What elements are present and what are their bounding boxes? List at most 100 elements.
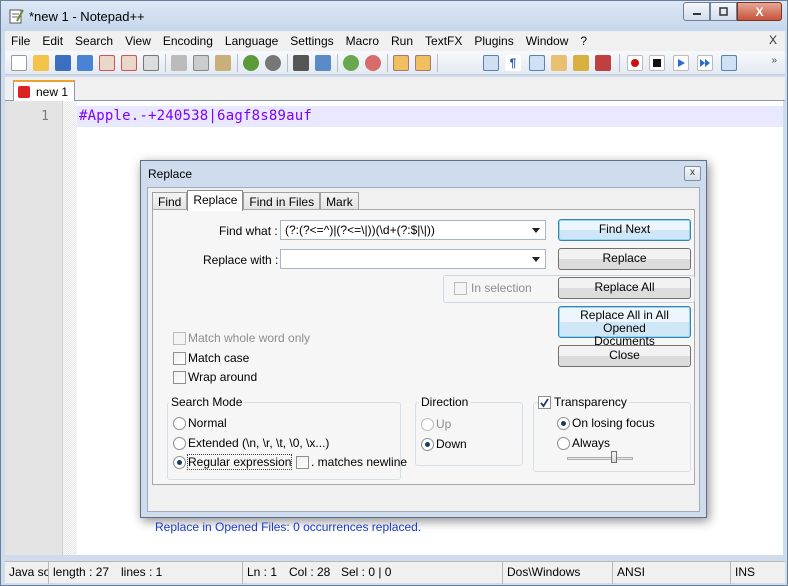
- tab-find-in-files[interactable]: Find in Files: [243, 192, 321, 210]
- print-icon[interactable]: [143, 55, 159, 71]
- transparency-slider-thumb[interactable]: [611, 451, 617, 463]
- zoom-out-icon[interactable]: [365, 55, 381, 71]
- close-button[interactable]: Close: [558, 345, 691, 367]
- menu-help[interactable]: ?: [574, 34, 593, 48]
- toolbar-overflow-icon[interactable]: »: [771, 55, 777, 66]
- match-whole-word-checkbox[interactable]: [173, 332, 186, 345]
- save-all-icon[interactable]: [77, 55, 93, 71]
- minimize-icon: [692, 12, 701, 15]
- sync-horizontal-icon[interactable]: [415, 55, 431, 71]
- replace-with-label: Replace with :: [203, 253, 279, 267]
- always-radio[interactable]: [557, 437, 570, 450]
- tab-replace[interactable]: Replace: [187, 190, 244, 211]
- show-all-chars-icon[interactable]: ¶: [505, 55, 521, 71]
- doc-map-icon[interactable]: [573, 55, 589, 71]
- dialog-title: Replace: [148, 167, 193, 181]
- down-radio[interactable]: [421, 438, 434, 451]
- transparency-checkbox[interactable]: [538, 396, 551, 409]
- close-file-icon[interactable]: [99, 55, 115, 71]
- unsaved-file-icon: [18, 86, 30, 98]
- zoom-in-icon[interactable]: [343, 55, 359, 71]
- dialog-body: Find Replace Find in Files Mark Find wha…: [147, 187, 700, 534]
- transparency-title: Transparency: [552, 395, 629, 409]
- regex-radio[interactable]: [173, 456, 186, 469]
- dialog-status-message: Replace in Opened Files: 0 occurrences r…: [155, 520, 422, 534]
- status-col: Col : 28: [289, 565, 331, 579]
- menu-view[interactable]: View: [119, 34, 157, 48]
- toolbar-separator: [387, 54, 388, 72]
- save-icon[interactable]: [55, 55, 71, 71]
- replace-all-opened-button[interactable]: Replace All in All Opened Documents: [558, 306, 691, 348]
- status-insert-mode: INS: [735, 565, 756, 579]
- play-macro-icon[interactable]: [673, 55, 689, 71]
- up-radio[interactable]: [421, 418, 434, 431]
- open-file-icon[interactable]: [33, 55, 49, 71]
- in-selection-checkbox[interactable]: [454, 282, 467, 295]
- close-window-button[interactable]: X: [737, 2, 782, 21]
- cut-icon[interactable]: [171, 55, 187, 71]
- maximize-button[interactable]: [710, 2, 737, 21]
- menu-textfx[interactable]: TextFX: [419, 34, 468, 48]
- redo-icon[interactable]: [265, 55, 281, 71]
- menu-window[interactable]: Window: [520, 34, 575, 48]
- minimize-button[interactable]: [683, 2, 710, 21]
- copy-icon[interactable]: [193, 55, 209, 71]
- menu-language[interactable]: Language: [219, 34, 284, 48]
- match-whole-word-label: Match whole word only: [188, 331, 311, 345]
- toolbar-separator: [437, 54, 438, 72]
- document-tab-label: new 1: [36, 85, 69, 99]
- word-wrap-icon[interactable]: [483, 55, 499, 71]
- replace-button[interactable]: Replace: [558, 248, 691, 270]
- matches-newline-label: . matches newline: [311, 455, 408, 469]
- on-losing-focus-radio[interactable]: [557, 417, 570, 430]
- transparency-slider-track[interactable]: [567, 457, 633, 460]
- menu-run[interactable]: Run: [385, 34, 419, 48]
- dialog-close-button[interactable]: x: [684, 166, 701, 181]
- menu-search[interactable]: Search: [69, 34, 119, 48]
- paste-icon[interactable]: [215, 55, 231, 71]
- status-eol: Dos\Windows: [503, 562, 613, 584]
- close-all-icon[interactable]: [121, 55, 137, 71]
- replace-dialog: Replace x Find Replace Find in Files Mar…: [140, 160, 707, 534]
- dialog-tabs: Find Replace Find in Files Mark: [152, 190, 359, 211]
- document-tab[interactable]: new 1: [13, 80, 75, 102]
- replace-icon[interactable]: [315, 55, 331, 71]
- normal-radio[interactable]: [173, 417, 186, 430]
- wrap-around-checkbox[interactable]: [173, 371, 186, 384]
- matches-newline-checkbox[interactable]: [296, 456, 309, 469]
- save-macro-icon[interactable]: [721, 55, 737, 71]
- code-line[interactable]: #Apple.-+240538|6agf8s89auf: [79, 108, 312, 124]
- function-list-icon[interactable]: [595, 55, 611, 71]
- down-label: Down: [436, 437, 467, 451]
- replace-all-button[interactable]: Replace All: [558, 277, 691, 299]
- find-next-button[interactable]: Find Next: [558, 219, 691, 241]
- line-number-gutter: 1: [5, 101, 63, 555]
- menu-macro[interactable]: Macro: [340, 34, 385, 48]
- match-case-checkbox[interactable]: [173, 352, 186, 365]
- tab-find[interactable]: Find: [152, 192, 188, 210]
- extended-radio[interactable]: [173, 437, 186, 450]
- stop-macro-icon[interactable]: [649, 55, 665, 71]
- user-lang-icon[interactable]: [551, 55, 567, 71]
- menu-encoding[interactable]: Encoding: [157, 34, 219, 48]
- close-document-button[interactable]: X: [769, 33, 777, 47]
- tab-mark[interactable]: Mark: [320, 192, 359, 210]
- extended-label: Extended (\n, \r, \t, \0, \x...): [188, 436, 330, 450]
- indent-guide-icon[interactable]: [529, 55, 545, 71]
- menu-plugins[interactable]: Plugins: [468, 34, 519, 48]
- sync-vertical-icon[interactable]: [393, 55, 409, 71]
- record-macro-icon[interactable]: [627, 55, 643, 71]
- toolbar-separator: [337, 54, 338, 72]
- menu-file[interactable]: File: [5, 34, 36, 48]
- wrap-around-label: Wrap around: [188, 370, 258, 384]
- menu-settings[interactable]: Settings: [284, 34, 339, 48]
- new-file-icon[interactable]: [11, 55, 27, 71]
- fold-margin[interactable]: [63, 101, 77, 555]
- run-macro-multiple-icon[interactable]: [697, 55, 713, 71]
- undo-icon[interactable]: [243, 55, 259, 71]
- find-what-combo[interactable]: (?:(?<=^)|(?<=\|))(\d+(?:$|\|)): [280, 220, 546, 240]
- menu-edit[interactable]: Edit: [36, 34, 69, 48]
- replace-with-combo[interactable]: [280, 249, 546, 269]
- toolbar-separator: [619, 54, 620, 72]
- find-icon[interactable]: [293, 55, 309, 71]
